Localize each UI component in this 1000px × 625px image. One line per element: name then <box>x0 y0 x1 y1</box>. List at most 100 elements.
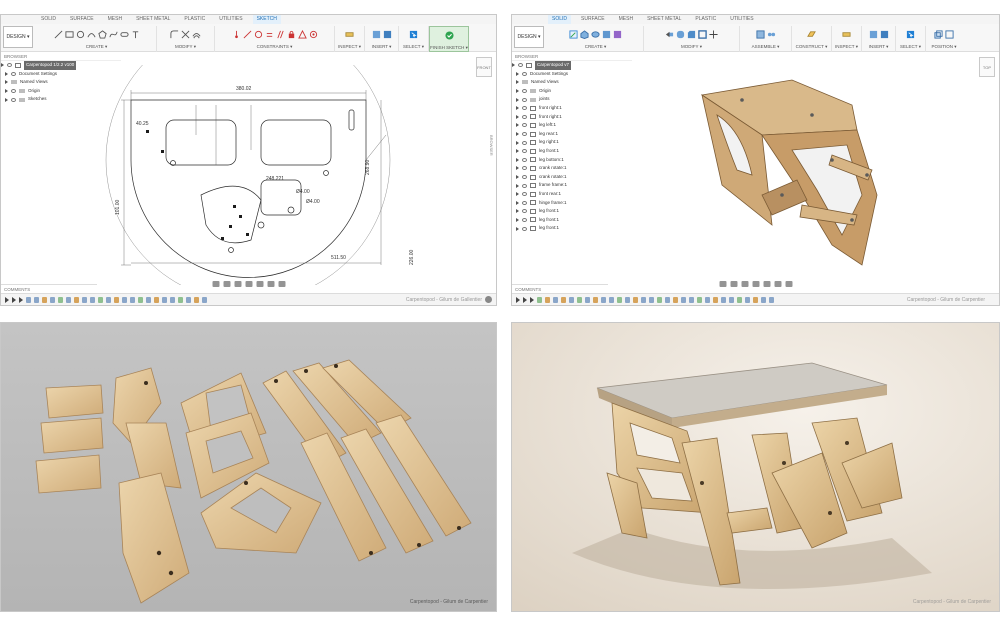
timeline-feature[interactable] <box>178 296 183 303</box>
eye-icon[interactable] <box>522 166 527 171</box>
browser-root[interactable]: Carpentopod v7 <box>512 61 632 70</box>
expand-icon[interactable] <box>516 209 519 214</box>
timeline-feature[interactable] <box>26 296 31 303</box>
offset-icon[interactable] <box>192 30 201 39</box>
expand-icon[interactable] <box>516 149 519 154</box>
fillet-icon[interactable] <box>170 29 179 39</box>
zoom-icon[interactable] <box>234 281 241 287</box>
chamfer-icon[interactable] <box>687 30 696 39</box>
rectangle-icon[interactable] <box>64 30 74 39</box>
timeline-feature[interactable] <box>561 296 566 303</box>
dim-label[interactable]: Ø4.00 <box>306 199 320 205</box>
pan-icon[interactable] <box>730 281 737 287</box>
timeline-feature[interactable] <box>50 296 55 303</box>
modify-menu[interactable]: MODIFY ▾ <box>681 44 702 50</box>
timeline-feature[interactable] <box>553 296 558 303</box>
arc-icon[interactable] <box>86 30 96 39</box>
plane-icon[interactable] <box>807 30 816 39</box>
grid-icon[interactable] <box>267 281 274 287</box>
design-workspace-button[interactable]: DESIGN ▾ <box>3 26 33 48</box>
inspect-menu[interactable]: INSPECT ▾ <box>338 44 361 50</box>
constraint-glyph[interactable] <box>221 237 224 240</box>
select-icon[interactable] <box>906 30 915 39</box>
insert-menu[interactable]: INSERT ▾ <box>869 44 889 50</box>
cutout-lower[interactable] <box>200 185 262 244</box>
slot-right[interactable] <box>260 119 332 166</box>
timeline-feature[interactable] <box>617 296 622 303</box>
tab-solid[interactable]: SOLID <box>37 15 60 24</box>
insert-canvas-icon[interactable] <box>880 30 889 39</box>
timeline-feature[interactable] <box>34 296 39 303</box>
tab-surface[interactable]: SURFACE <box>577 15 609 24</box>
hole[interactable] <box>287 206 295 214</box>
measure-icon[interactable] <box>345 30 354 39</box>
design-workspace-button[interactable]: DESIGN ▾ <box>514 26 544 48</box>
timeline-feature[interactable] <box>162 296 167 303</box>
constraint-glyph[interactable] <box>146 130 149 133</box>
construct-menu[interactable]: CONSTRUCT ▾ <box>796 44 828 50</box>
insert-image-icon[interactable] <box>372 30 381 39</box>
insert-image-icon[interactable] <box>869 30 878 39</box>
viewcube[interactable]: FRONT <box>476 57 492 77</box>
browser-item[interactable]: leg left:1 <box>512 121 632 130</box>
expand-icon[interactable] <box>1 63 4 68</box>
coincident-icon[interactable] <box>232 30 241 39</box>
revolve-icon[interactable] <box>591 30 600 39</box>
timeline-feature[interactable] <box>170 296 175 303</box>
timeline-feature[interactable] <box>769 296 774 303</box>
measure-icon[interactable] <box>842 30 851 39</box>
timeline-feature[interactable] <box>681 296 686 303</box>
eye-icon[interactable] <box>522 132 527 137</box>
timeline-feature[interactable] <box>649 296 654 303</box>
browser-item[interactable]: leg front:1 <box>512 224 632 233</box>
finish-sketch-menu[interactable]: FINISH SKETCH ▾ <box>430 45 468 51</box>
viewports-icon[interactable] <box>785 281 792 287</box>
browser-item[interactable]: front right:1 <box>512 113 632 122</box>
browser-item[interactable]: front right:1 <box>512 104 632 113</box>
browser-item[interactable]: hinge frame:1 <box>512 199 632 208</box>
tab-sheet-metal[interactable]: SHEET METAL <box>132 15 174 24</box>
timeline-feature[interactable] <box>146 296 151 303</box>
insert-menu[interactable]: INSERT ▾ <box>372 44 392 50</box>
play-icon[interactable] <box>523 296 527 303</box>
play-icon[interactable] <box>5 296 9 303</box>
timeline-feature[interactable] <box>697 296 702 303</box>
new-component-icon[interactable] <box>755 29 765 39</box>
eye-icon[interactable] <box>522 157 527 162</box>
hole[interactable] <box>323 170 329 176</box>
timeline-feature[interactable] <box>202 296 207 303</box>
constraints-menu[interactable]: CONSTRAINTS ▾ <box>257 44 293 50</box>
eye-icon[interactable] <box>522 192 527 197</box>
tab-solid[interactable]: SOLID <box>548 15 572 25</box>
viewports-icon[interactable] <box>278 281 285 287</box>
eye-icon[interactable] <box>522 200 527 205</box>
zoom-icon[interactable] <box>741 281 748 287</box>
tab-plastic[interactable]: PLASTIC <box>691 15 720 24</box>
browser-item[interactable]: leg rear:1 <box>512 130 632 139</box>
timeline-feature[interactable] <box>66 296 71 303</box>
browser-item[interactable]: crank rotate:1 <box>512 164 632 173</box>
timeline-feature[interactable] <box>194 296 199 303</box>
tab-mesh[interactable]: MESH <box>104 15 126 24</box>
expand-icon[interactable] <box>516 114 519 119</box>
browser-item[interactable]: Named Views <box>512 78 632 87</box>
timeline-feature[interactable] <box>665 296 670 303</box>
comments-panel[interactable]: COMMENTS <box>512 284 608 293</box>
line-icon[interactable] <box>54 30 63 39</box>
play-icon[interactable] <box>19 296 23 303</box>
eye-icon[interactable] <box>11 89 16 94</box>
finish-sketch-group[interactable]: FINISH SKETCH ▾ <box>429 26 469 52</box>
capture-position-icon[interactable] <box>934 29 943 39</box>
tab-sketch[interactable]: SKETCH <box>252 15 281 25</box>
assemble-menu[interactable]: ASSEMBLE ▾ <box>752 44 780 50</box>
move-icon[interactable] <box>709 29 718 39</box>
eye-icon[interactable] <box>522 226 527 231</box>
expand-icon[interactable] <box>516 132 519 137</box>
timeline-feature[interactable] <box>729 296 734 303</box>
fit-icon[interactable] <box>752 281 759 287</box>
joint-icon[interactable] <box>740 98 744 102</box>
display-icon[interactable] <box>256 281 263 287</box>
browser-item[interactable]: Origin <box>512 87 632 96</box>
joint-icon[interactable] <box>810 113 814 117</box>
sketch-canvas[interactable]: 380.02 40.25 248.221 268.90 Ø4.00 Ø4.00 … <box>101 65 431 285</box>
